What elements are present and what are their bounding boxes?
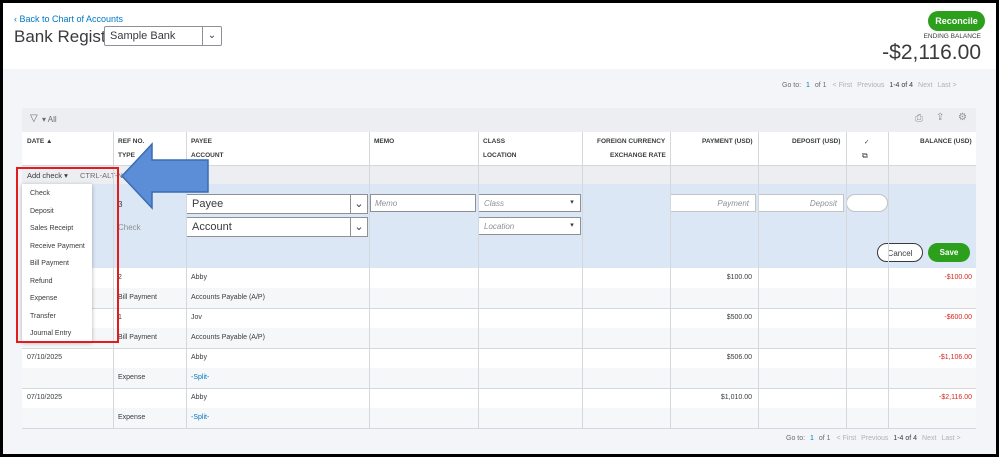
screenshot-border <box>0 0 999 457</box>
